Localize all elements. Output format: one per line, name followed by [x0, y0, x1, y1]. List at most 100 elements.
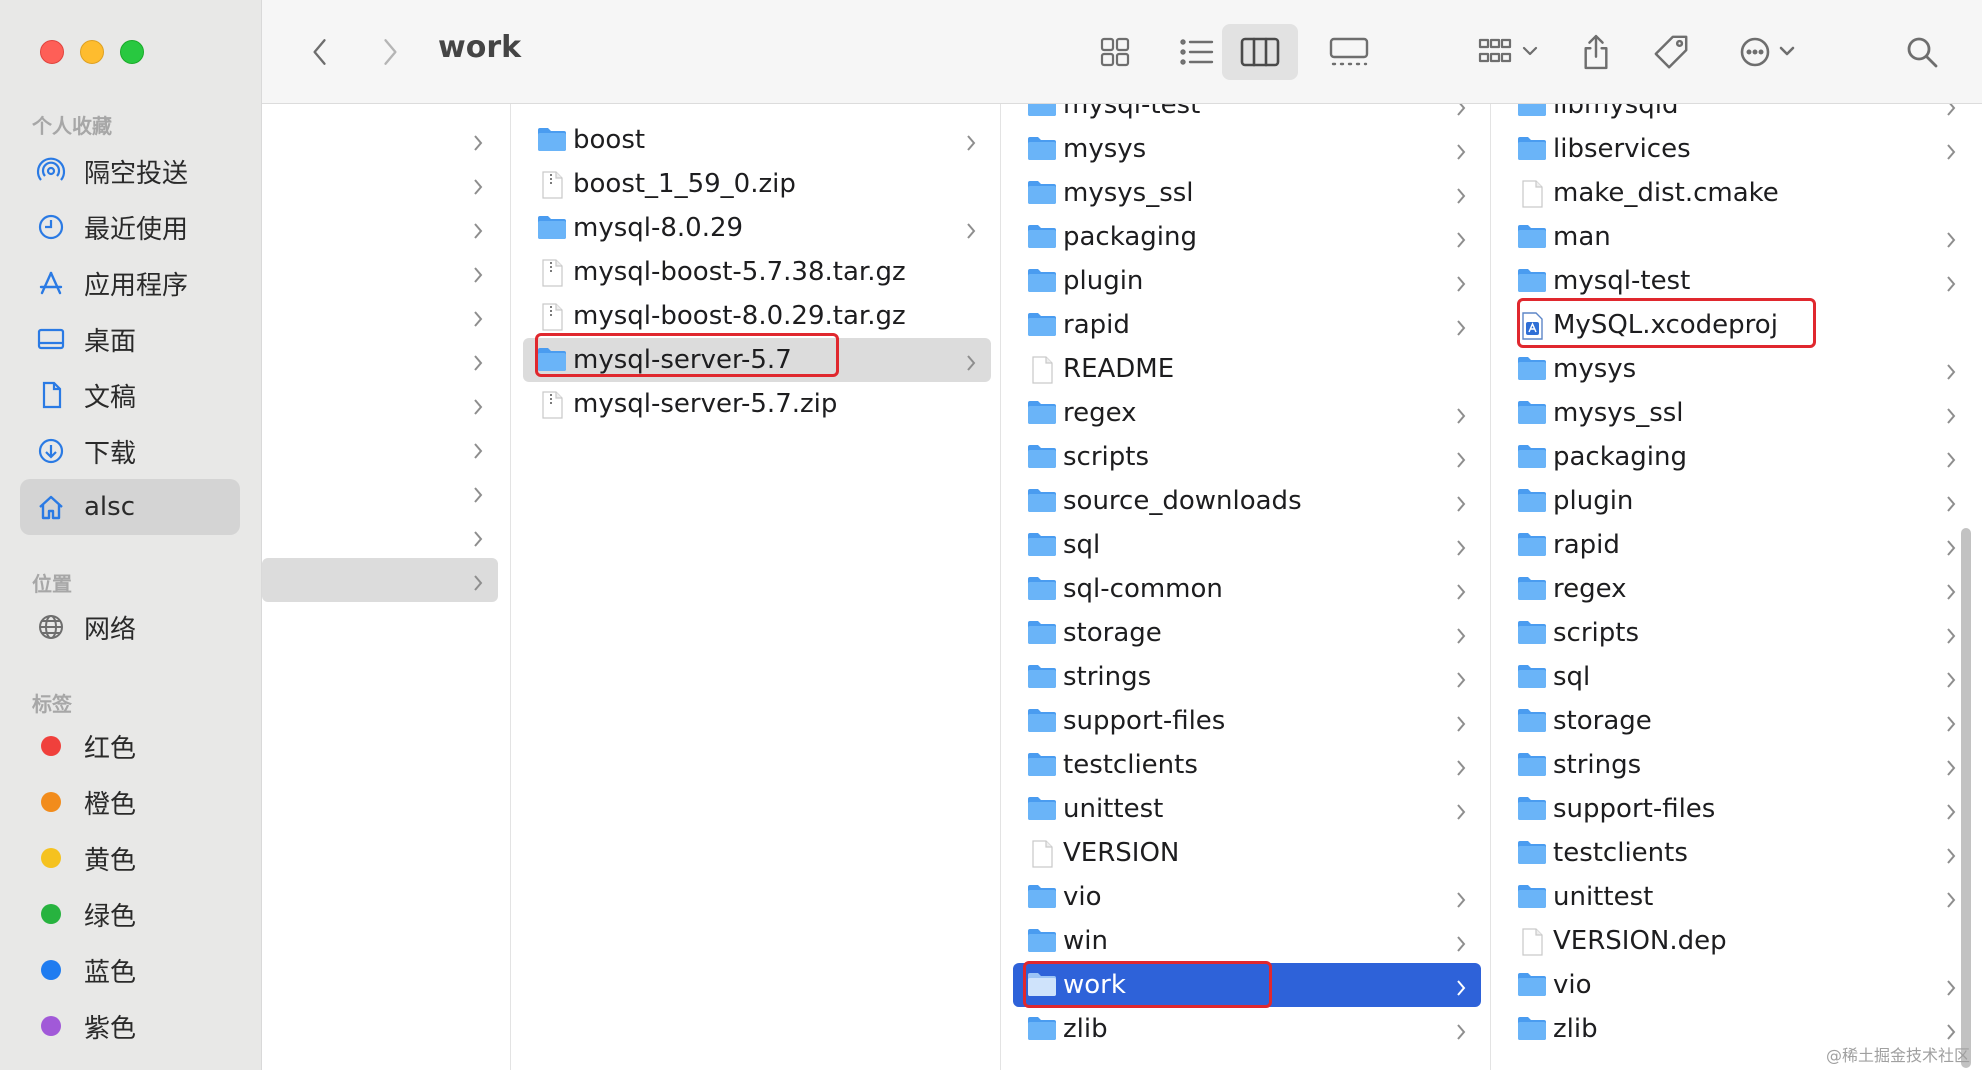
folder-row-storage[interactable]: storage	[1013, 611, 1481, 655]
folder-row-sql[interactable]: sql	[1503, 655, 1971, 699]
vertical-scrollbar[interactable]	[1961, 528, 1971, 1068]
file-row-make-dist-cmake[interactable]: make_dist.cmake	[1503, 171, 1971, 215]
folder-row-unittest[interactable]: unittest	[1013, 787, 1481, 831]
sidebar-item-documents[interactable]: 文稿	[20, 367, 240, 423]
zoom-window-button[interactable]	[120, 40, 144, 64]
sidebar-item-downloads[interactable]: 下载	[20, 423, 240, 479]
chevron-right-icon	[472, 306, 484, 327]
sidebar-tag-orange[interactable]: 橙色	[20, 774, 240, 830]
search-button[interactable]	[1898, 28, 1946, 76]
folder-icon	[1027, 707, 1057, 735]
file-row-version-dep[interactable]: VERSION.dep	[1503, 919, 1971, 963]
folder-row-strings[interactable]: strings	[1503, 743, 1971, 787]
folder-row-testclients[interactable]: testclients	[1503, 831, 1971, 875]
close-window-button[interactable]	[40, 40, 64, 64]
sidebar-item-network[interactable]: 网络	[20, 599, 240, 655]
folder-row-regex[interactable]: regex	[1503, 567, 1971, 611]
sidebar-item-recents[interactable]: 最近使用	[20, 199, 240, 255]
folder-row-support-files[interactable]: support-files	[1503, 787, 1971, 831]
minimize-window-button[interactable]	[80, 40, 104, 64]
folder-row-storage[interactable]: storage	[1503, 699, 1971, 743]
folder-row-win[interactable]: win	[1013, 919, 1481, 963]
column-3[interactable]: libmysqld libservices make_dist.cmake man my…	[1491, 104, 1982, 1070]
file-row-version[interactable]: VERSION	[1013, 831, 1481, 875]
more-button[interactable]	[1724, 28, 1814, 76]
folder-row-item[interactable]	[262, 118, 498, 162]
sidebar-item-applications[interactable]: 应用程序	[20, 255, 240, 311]
folder-row-item[interactable]	[262, 338, 498, 382]
file-row-mysql-boost-5-7-38-tar-gz[interactable]: mysql-boost-5.7.38.tar.gz	[523, 250, 991, 294]
folder-row-rapid[interactable]: rapid	[1013, 303, 1481, 347]
back-button[interactable]	[302, 32, 338, 72]
folder-row-boost[interactable]: boost	[523, 118, 991, 162]
sidebar-item-airdrop[interactable]: 隔空投送	[20, 143, 240, 199]
file-row-boost-1-59-0-zip[interactable]: boost_1_59_0.zip	[523, 162, 991, 206]
forward-button[interactable]	[372, 32, 408, 72]
folder-row-item[interactable]	[262, 206, 498, 250]
folder-row-sql-common[interactable]: sql-common	[1013, 567, 1481, 611]
folder-row-libservices[interactable]: libservices	[1503, 127, 1971, 171]
folder-row-mysql-test[interactable]: mysql-test	[1013, 104, 1481, 127]
folder-icon	[1027, 927, 1057, 955]
folder-row-vio[interactable]: vio	[1013, 875, 1481, 919]
folder-row-plugin[interactable]: plugin	[1503, 479, 1971, 523]
column-view-button[interactable]	[1222, 24, 1298, 80]
folder-row-regex[interactable]: regex	[1013, 391, 1481, 435]
folder-row-rapid[interactable]: rapid	[1503, 523, 1971, 567]
folder-row-item[interactable]	[262, 426, 498, 470]
share-button[interactable]	[1574, 24, 1618, 80]
folder-row-unittest[interactable]: unittest	[1503, 875, 1971, 919]
folder-row-sql[interactable]: sql	[1013, 523, 1481, 567]
folder-row-scripts[interactable]: scripts	[1503, 611, 1971, 655]
folder-row-vio[interactable]: vio	[1503, 963, 1971, 1007]
folder-row-item[interactable]	[262, 250, 498, 294]
folder-row-mysys-ssl[interactable]: mysys_ssl	[1013, 171, 1481, 215]
sidebar-tag-green[interactable]: 绿色	[20, 886, 240, 942]
file-row-mysql-server-5-7-zip[interactable]: mysql-server-5.7.zip	[523, 382, 991, 426]
entry-name: mysql-8.0.29	[573, 213, 744, 243]
entry-name: storage	[1553, 706, 1652, 736]
folder-row-item[interactable]	[262, 382, 498, 426]
column-0[interactable]	[262, 104, 511, 1070]
folder-row-item[interactable]	[262, 558, 498, 602]
sidebar-item-label: 红色	[84, 733, 137, 764]
folder-row-item[interactable]	[262, 162, 498, 206]
folder-icon	[1517, 487, 1547, 515]
sidebar-item-desktop[interactable]: 桌面	[20, 311, 240, 367]
folder-row-support-files[interactable]: support-files	[1013, 699, 1481, 743]
sidebar-tag-blue[interactable]: 蓝色	[20, 942, 240, 998]
sidebar-tag-purple[interactable]: 紫色	[20, 998, 240, 1054]
folder-row-item[interactable]	[262, 294, 498, 338]
folder-row-mysql-test[interactable]: mysql-test	[1503, 259, 1971, 303]
folder-row-mysql-8-0-29[interactable]: mysql-8.0.29	[523, 206, 991, 250]
folder-row-packaging[interactable]: packaging	[1013, 215, 1481, 259]
folder-row-testclients[interactable]: testclients	[1013, 743, 1481, 787]
file-row-mysql-boost-8-0-29-tar-gz[interactable]: mysql-boost-8.0.29.tar.gz	[523, 294, 991, 338]
entry-name: rapid	[1553, 530, 1620, 560]
folder-icon	[1517, 575, 1547, 603]
gallery-view-button[interactable]	[1314, 28, 1384, 76]
file-row-readme[interactable]: README	[1013, 347, 1481, 391]
icon-view-button[interactable]	[1080, 28, 1150, 76]
folder-row-plugin[interactable]: plugin	[1013, 259, 1481, 303]
column-1[interactable]: boost boost_1_59_0.zip mysql-8.0.29 mysql-b…	[511, 104, 1001, 1070]
folder-row-item[interactable]	[262, 514, 498, 558]
folder-row-zlib[interactable]: zlib	[1013, 1007, 1481, 1051]
folder-row-scripts[interactable]: scripts	[1013, 435, 1481, 479]
column-2[interactable]: mysql-test mysys mysys_ssl packaging plugin r…	[1001, 104, 1491, 1070]
folder-row-packaging[interactable]: packaging	[1503, 435, 1971, 479]
group-button[interactable]	[1460, 28, 1560, 76]
folder-row-item[interactable]	[262, 470, 498, 514]
folder-row-man[interactable]: man	[1503, 215, 1971, 259]
sidebar-tag-yellow[interactable]: 黄色	[20, 830, 240, 886]
sidebar-item-home[interactable]: alsc	[20, 479, 240, 535]
folder-row-mysys[interactable]: mysys	[1013, 127, 1481, 171]
sidebar-tag-red[interactable]: 红色	[20, 718, 240, 774]
folder-row-libmysqld[interactable]: libmysqld	[1503, 104, 1971, 127]
folder-row-strings[interactable]: strings	[1013, 655, 1481, 699]
chevron-right-icon	[1455, 139, 1467, 160]
folder-row-source-downloads[interactable]: source_downloads	[1013, 479, 1481, 523]
folder-row-mysys-ssl[interactable]: mysys_ssl	[1503, 391, 1971, 435]
folder-row-mysys[interactable]: mysys	[1503, 347, 1971, 391]
tag-button[interactable]	[1646, 26, 1696, 78]
